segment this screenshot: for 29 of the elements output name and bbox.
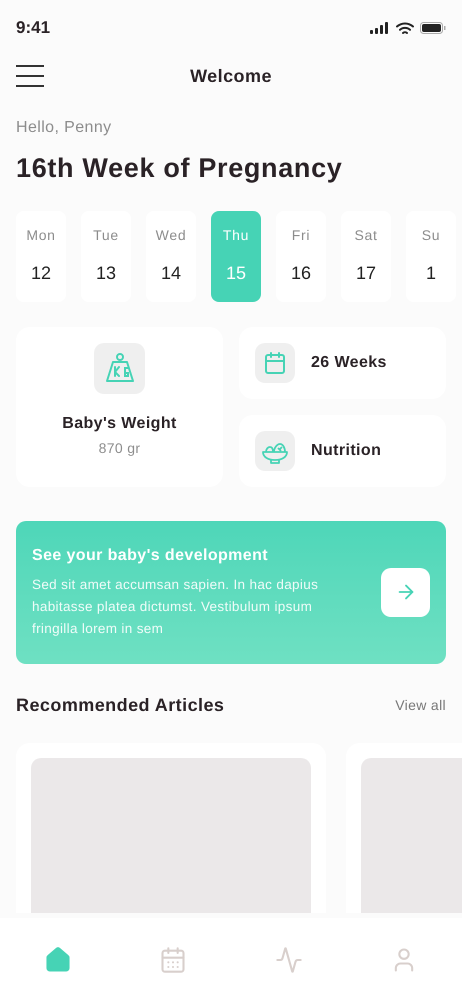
greeting-text: Hello, Penny: [16, 118, 113, 138]
info-card[interactable]: Nutrition: [239, 414, 446, 486]
battery-icon: [420, 22, 446, 34]
pulse-icon: [274, 946, 303, 974]
page-title: Welcome: [189, 64, 273, 88]
arrow-button[interactable]: [381, 568, 430, 616]
day-tab[interactable]: Sat 17: [341, 210, 391, 302]
card-title: Baby's Weight: [62, 414, 177, 434]
view-all-link[interactable]: View all: [395, 694, 446, 716]
section-title: Recommended Articles: [16, 694, 224, 716]
banner-text: Sed sit amet accumsan sapien. In hac dapius habitasse platea dictumst. Vestibulum ipsum fringilla lorem in sem: [32, 576, 320, 638]
day-tab[interactable]: Mon 12: [16, 210, 66, 302]
weight-value: 870 gr: [98, 438, 140, 458]
signal-icon: [370, 22, 390, 34]
home-icon: [44, 946, 72, 974]
card-label: 26 Weeks: [311, 352, 387, 372]
wifi-icon: [396, 22, 414, 34]
menu-button[interactable]: [16, 65, 44, 87]
pregnancy-week-heading: 16th Week of Pregnancy: [16, 152, 344, 185]
day-tab[interactable]: Tue 13: [81, 210, 131, 302]
day-tab[interactable]: Fri 16: [276, 210, 326, 302]
calendar-icon: [159, 946, 188, 974]
card-label: Nutrition: [311, 440, 382, 460]
day-tab[interactable]: Wed 14: [146, 210, 196, 302]
calendar-icon: [263, 350, 287, 374]
status-time: 9:41: [16, 17, 50, 40]
banner-title: See your baby's development: [32, 546, 270, 566]
day-tab[interactable]: Su 1: [406, 210, 456, 302]
info-card[interactable]: 26 Weeks: [239, 326, 446, 398]
